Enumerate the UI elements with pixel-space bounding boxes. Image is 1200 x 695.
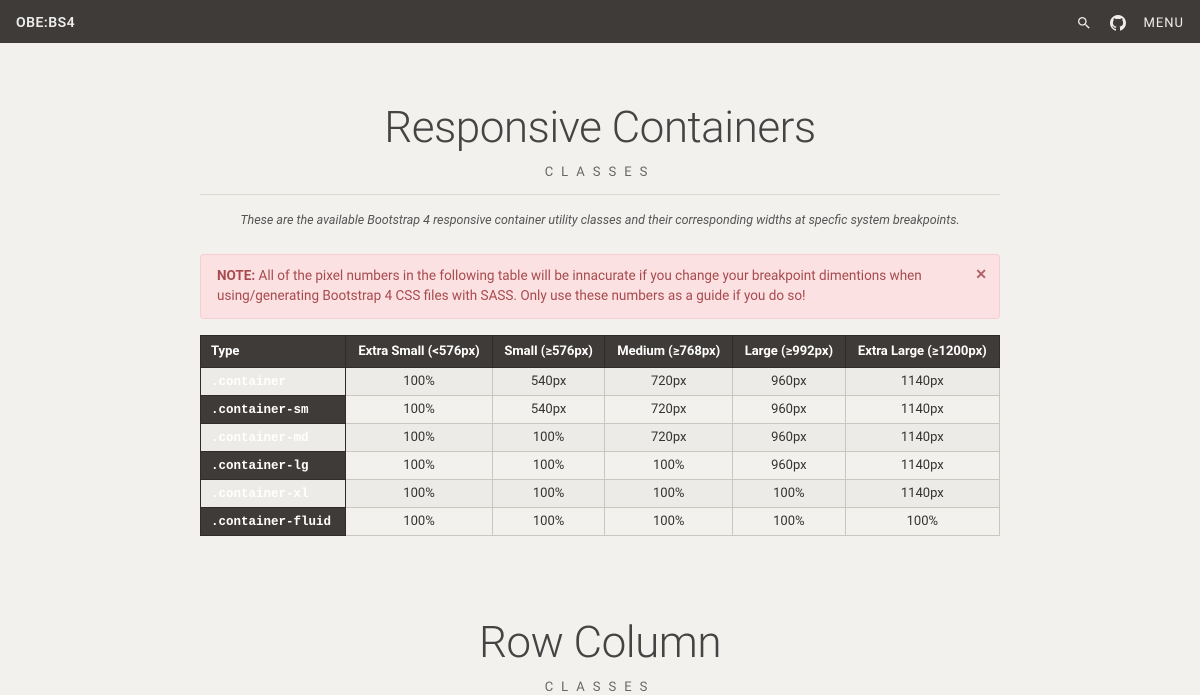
table-row: .container-lg100%100%100%960px1140px — [201, 452, 1000, 480]
page-subtitle: CLASSES — [200, 165, 1000, 180]
divider — [200, 194, 1000, 195]
table-cell: .container-md — [201, 424, 346, 452]
alert-warning: NOTE: All of the pixel numbers in the fo… — [200, 254, 1000, 319]
table-cell: 540px — [492, 368, 605, 396]
table-cell: 960px — [733, 424, 846, 452]
table-cell: 960px — [733, 368, 846, 396]
table-cell: .container-fluid — [201, 508, 346, 536]
github-icon[interactable] — [1110, 15, 1126, 31]
containers-table: TypeExtra Small (<576px)Small (≥576px)Me… — [200, 335, 1000, 536]
section-subtitle: CLASSES — [200, 680, 1000, 695]
alert-body-text: All of the pixel numbers in the followin… — [217, 268, 922, 304]
alert-note-label: NOTE: — [217, 268, 255, 284]
table-cell: .container-lg — [201, 452, 346, 480]
table-cell: .container-sm — [201, 396, 346, 424]
table-cell: .container — [201, 368, 346, 396]
table-cell: 100% — [346, 424, 493, 452]
table-cell: 100% — [733, 508, 846, 536]
table-cell: 960px — [733, 452, 846, 480]
table-header: Extra Large (≥1200px) — [845, 336, 999, 368]
table-cell: .container-xl — [201, 480, 346, 508]
table-cell: 100% — [845, 508, 999, 536]
table-cell: 720px — [605, 368, 733, 396]
table-cell: 1140px — [845, 396, 999, 424]
table-row: .container-fluid100%100%100%100%100% — [201, 508, 1000, 536]
table-cell: 720px — [605, 424, 733, 452]
table-row: .container-md100%100%720px960px1140px — [201, 424, 1000, 452]
table-cell: 100% — [605, 452, 733, 480]
navbar: OBE:BS4 MENU — [0, 3, 1200, 43]
table-cell: 1140px — [845, 368, 999, 396]
table-cell: 540px — [492, 396, 605, 424]
lead-text: These are the available Bootstrap 4 resp… — [200, 213, 1000, 228]
table-row: .container100%540px720px960px1140px — [201, 368, 1000, 396]
table-cell: 100% — [492, 508, 605, 536]
table-cell: 1140px — [845, 424, 999, 452]
table-cell: 100% — [346, 480, 493, 508]
table-cell: 100% — [492, 452, 605, 480]
table-cell: 960px — [733, 396, 846, 424]
table-cell: 100% — [605, 480, 733, 508]
table-header: Type — [201, 336, 346, 368]
table-cell: 1140px — [845, 480, 999, 508]
table-cell: 100% — [605, 508, 733, 536]
close-icon[interactable]: ✕ — [975, 265, 987, 285]
table-cell: 1140px — [845, 452, 999, 480]
table-cell: 100% — [492, 480, 605, 508]
page-title: Responsive Containers — [200, 101, 1000, 153]
table-header: Extra Small (<576px) — [346, 336, 493, 368]
table-header: Medium (≥768px) — [605, 336, 733, 368]
menu-button[interactable]: MENU — [1144, 16, 1184, 31]
table-header: Large (≥992px) — [733, 336, 846, 368]
brand[interactable]: OBE:BS4 — [16, 15, 75, 31]
table-cell: 100% — [346, 396, 493, 424]
table-cell: 100% — [492, 424, 605, 452]
search-icon[interactable] — [1076, 15, 1092, 31]
table-row: .container-sm100%540px720px960px1140px — [201, 396, 1000, 424]
table-cell: 100% — [346, 508, 493, 536]
table-cell: 100% — [346, 368, 493, 396]
table-cell: 100% — [733, 480, 846, 508]
table-cell: 720px — [605, 396, 733, 424]
section-title: Row Column — [200, 616, 1000, 668]
table-row: .container-xl100%100%100%100%1140px — [201, 480, 1000, 508]
table-header: Small (≥576px) — [492, 336, 605, 368]
table-cell: 100% — [346, 452, 493, 480]
